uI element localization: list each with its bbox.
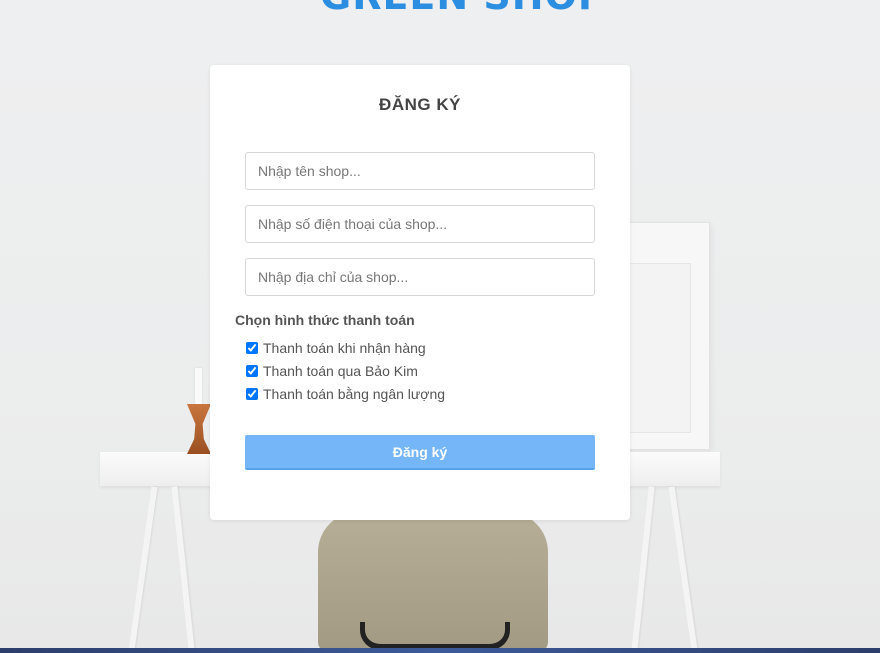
- payment-nganluong-checkbox[interactable]: [246, 388, 258, 400]
- desk-leg: [631, 486, 655, 651]
- desk-leg: [171, 486, 195, 651]
- desk-leg: [128, 486, 158, 651]
- payment-option-baokim[interactable]: Thanh toán qua Bảo Kim: [245, 362, 418, 380]
- form-title: ĐĂNG KÝ: [379, 95, 461, 114]
- payment-option-cod[interactable]: Thanh toán khi nhận hàng: [245, 339, 426, 357]
- candle: [195, 368, 202, 404]
- payment-option-label: Thanh toán khi nhận hàng: [263, 340, 426, 356]
- payment-option-nganluong[interactable]: Thanh toán bằng ngân lượng: [245, 385, 445, 403]
- register-card: ĐĂNG KÝ Chọn hình thức thanh toán Thanh …: [210, 65, 630, 520]
- payment-method-label: Chọn hình thức thanh toán: [235, 312, 415, 328]
- register-button[interactable]: Đăng ký: [245, 435, 595, 470]
- chair-base: [360, 622, 510, 650]
- payment-option-label: Thanh toán bằng ngân lượng: [263, 386, 446, 402]
- payment-baokim-checkbox[interactable]: [246, 365, 258, 377]
- payment-cod-checkbox[interactable]: [246, 342, 258, 354]
- brand-title: GREEN SHOP: [320, 0, 607, 18]
- desk-leg: [668, 486, 698, 651]
- shop-name-input[interactable]: [245, 152, 595, 190]
- taskbar: [0, 648, 880, 653]
- shop-phone-input[interactable]: [245, 205, 595, 243]
- payment-option-label: Thanh toán qua Bảo Kim: [263, 363, 418, 379]
- candle-holder: [187, 404, 211, 454]
- shop-address-input[interactable]: [245, 258, 595, 296]
